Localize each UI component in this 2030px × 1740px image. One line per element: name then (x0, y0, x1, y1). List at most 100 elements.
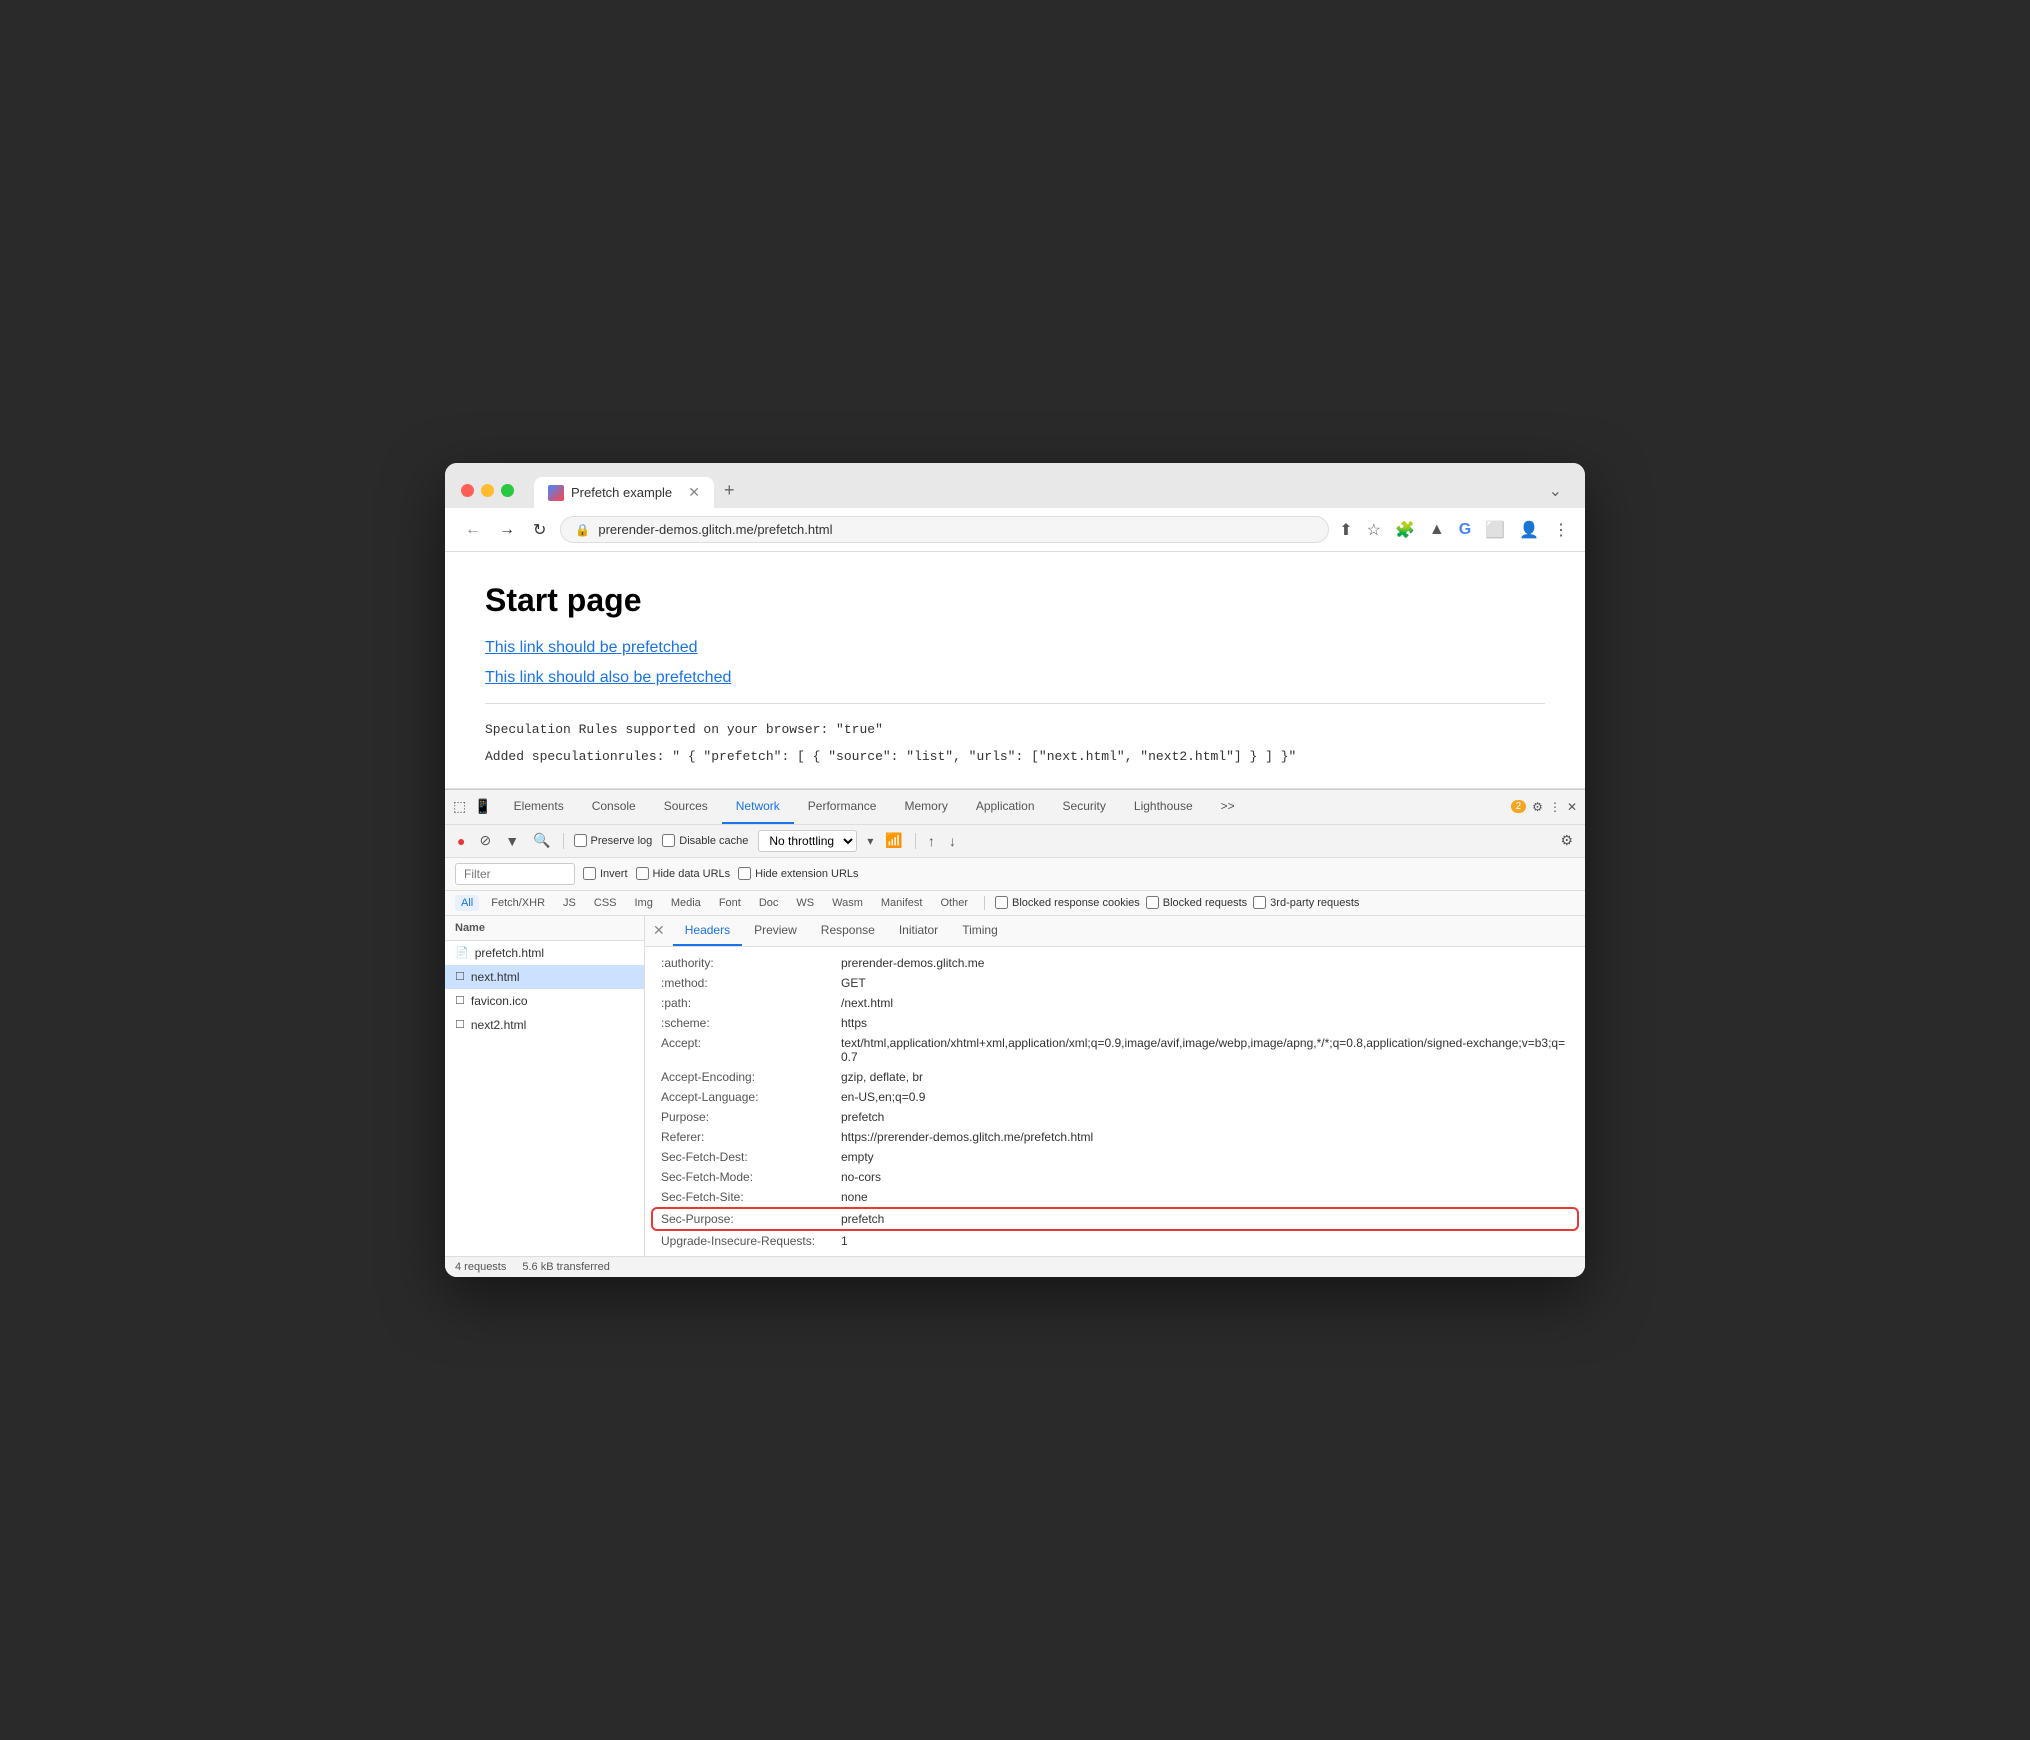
headers-panel: ✕ Headers Preview Response Initiator Tim… (645, 916, 1585, 1256)
hide-data-urls-checkbox[interactable] (636, 867, 649, 880)
header-row: Sec-Fetch-Dest:empty (645, 1147, 1585, 1167)
inspect-icon[interactable]: ⬚ (453, 798, 466, 815)
tab-elements[interactable]: Elements (500, 790, 578, 824)
devtools-close-icon[interactable]: ✕ (1567, 800, 1577, 814)
tab-title: Prefetch example (571, 485, 672, 500)
filter-media[interactable]: Media (665, 895, 707, 911)
filter-css[interactable]: CSS (588, 895, 623, 911)
record-button[interactable]: ● (455, 831, 467, 851)
tab-lighthouse[interactable]: Lighthouse (1120, 790, 1207, 824)
headers-content: :authority:prerender-demos.glitch.me:met… (645, 947, 1585, 1256)
close-headers-button[interactable]: ✕ (653, 922, 665, 939)
hide-ext-urls-checkbox[interactable] (738, 867, 751, 880)
header-name: Sec-Fetch-Mode: (661, 1170, 841, 1184)
link-2[interactable]: This link should also be prefetched (485, 669, 1545, 687)
filter-fetchxhr[interactable]: Fetch/XHR (485, 895, 551, 911)
blocked-requests-checkbox[interactable] (1146, 896, 1159, 909)
tab-menu-button[interactable]: ⌄ (1542, 474, 1569, 508)
blocked-cookies-checkbox[interactable] (995, 896, 1008, 909)
tab-initiator[interactable]: Initiator (887, 916, 950, 946)
header-row: :authority:prerender-demos.glitch.me (645, 953, 1585, 973)
request-item-prefetch[interactable]: 📄 prefetch.html (445, 941, 644, 965)
tab-sources[interactable]: Sources (650, 790, 722, 824)
invert-checkbox[interactable] (583, 867, 596, 880)
url-bar[interactable]: 🔒 prerender-demos.glitch.me/prefetch.htm… (560, 516, 1329, 543)
new-tab-button[interactable]: + (714, 473, 745, 508)
disable-cache-checkbox[interactable] (662, 834, 675, 847)
filter-js[interactable]: JS (557, 895, 582, 911)
speculation-text-2: Added speculationrules: " { "prefetch": … (485, 747, 1545, 768)
filter-wasm[interactable]: Wasm (826, 895, 869, 911)
header-value: gzip, deflate, br (841, 1070, 1569, 1084)
header-value: text/html,application/xhtml+xml,applicat… (841, 1036, 1569, 1064)
filter-all[interactable]: All (455, 895, 479, 911)
filter-doc[interactable]: Doc (753, 895, 785, 911)
filter-input[interactable] (455, 863, 575, 885)
throttle-arrow: ▾ (867, 834, 873, 848)
google-icon[interactable]: G (1459, 521, 1471, 539)
tab-preview[interactable]: Preview (742, 916, 809, 946)
filter-manifest[interactable]: Manifest (875, 895, 929, 911)
header-value: 1 (841, 1234, 1569, 1248)
header-name: User-Agent: (661, 1254, 841, 1256)
minimize-button[interactable] (481, 484, 494, 497)
filter-img[interactable]: Img (629, 895, 659, 911)
upload-icon[interactable]: ↑ (926, 831, 937, 851)
browser-toolbar: ⬆ ☆ 🧩 ▲ G ⬜ 👤 ⋮ (1339, 520, 1569, 540)
filter-button[interactable]: ▼ (503, 831, 521, 851)
tab-memory[interactable]: Memory (890, 790, 961, 824)
header-row: Upgrade-Insecure-Requests:1 (645, 1231, 1585, 1251)
filter-font[interactable]: Font (713, 895, 747, 911)
request-count: 4 requests (455, 1261, 506, 1273)
forward-button[interactable]: → (495, 519, 519, 541)
tab-more[interactable]: >> (1207, 790, 1249, 824)
throttle-select[interactable]: No throttling (758, 830, 857, 852)
devtools-more-icon[interactable]: ⋮ (1549, 800, 1561, 814)
devtools-settings-icon[interactable]: ⚙ (1532, 800, 1543, 814)
profile-icon[interactable]: ▲ (1429, 521, 1445, 539)
device-icon[interactable]: 📱 (474, 798, 491, 815)
maximize-button[interactable] (501, 484, 514, 497)
preserve-log-checkbox[interactable] (574, 834, 587, 847)
page-title: Start page (485, 582, 1545, 619)
request-item-next2[interactable]: ☐ next2.html (445, 1013, 644, 1037)
account-icon[interactable]: 👤 (1519, 520, 1539, 540)
header-name: Sec-Fetch-Site: (661, 1190, 841, 1204)
link-1[interactable]: This link should be prefetched (485, 639, 1545, 657)
download-icon[interactable]: ↓ (947, 831, 958, 851)
third-party-checkbox[interactable] (1253, 896, 1266, 909)
tab-console[interactable]: Console (578, 790, 650, 824)
menu-icon[interactable]: ⋮ (1553, 520, 1569, 540)
request-item-next[interactable]: ☐ next.html (445, 965, 644, 989)
reload-button[interactable]: ↻ (529, 518, 550, 542)
header-value: Mozilla/5.0 (Macintosh; Intel Mac OS X 1… (841, 1254, 1569, 1256)
close-button[interactable] (461, 484, 474, 497)
tab-close-button[interactable]: ✕ (688, 484, 700, 501)
back-button[interactable]: ← (461, 519, 485, 541)
filter-ws[interactable]: WS (790, 895, 820, 911)
header-value: none (841, 1190, 1569, 1204)
devtools-tab-bar: ⬚ 📱 Elements Console Sources Network Per… (445, 790, 1585, 825)
tab-response[interactable]: Response (809, 916, 887, 946)
bookmark-icon[interactable]: ☆ (1367, 520, 1381, 540)
active-tab[interactable]: Prefetch example ✕ (534, 477, 714, 508)
request-item-favicon[interactable]: ☐ favicon.ico (445, 989, 644, 1013)
filter-other[interactable]: Other (934, 895, 974, 911)
search-button[interactable]: 🔍 (531, 830, 552, 851)
tab-security[interactable]: Security (1049, 790, 1120, 824)
blocked-requests-label: Blocked requests (1146, 896, 1247, 909)
cast-icon[interactable]: ⬜ (1485, 520, 1505, 540)
tab-performance[interactable]: Performance (794, 790, 891, 824)
network-toolbar: ● ⊘ ▼ 🔍 Preserve log Disable cache No th… (445, 825, 1585, 858)
tab-headers[interactable]: Headers (673, 916, 742, 946)
header-row: Sec-Fetch-Site:none (645, 1187, 1585, 1207)
tab-application[interactable]: Application (962, 790, 1049, 824)
share-icon[interactable]: ⬆ (1339, 520, 1352, 540)
tab-network[interactable]: Network (722, 790, 794, 824)
tab-timing[interactable]: Timing (950, 916, 1010, 946)
extension-icon[interactable]: 🧩 (1395, 520, 1415, 540)
wifi-icon[interactable]: 📶 (883, 830, 904, 851)
clear-button[interactable]: ⊘ (477, 830, 493, 851)
network-settings-icon[interactable]: ⚙ (1558, 830, 1575, 851)
requests-header: Name (445, 916, 644, 941)
